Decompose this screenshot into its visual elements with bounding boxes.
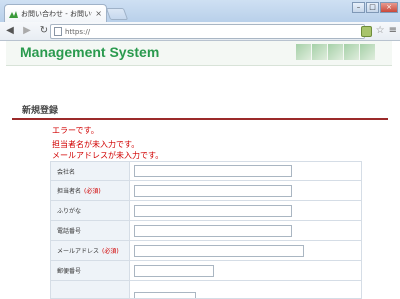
form-row-postal: 郵便番号 — [50, 261, 362, 281]
section-header: 新規登録 — [12, 100, 388, 120]
required-mark: (必須) — [84, 188, 101, 195]
site-favicon-icon — [9, 10, 18, 18]
extension-icon[interactable] — [360, 25, 372, 37]
window-controls: – □ × — [352, 2, 398, 13]
form-row-furigana: ふりがな — [50, 201, 362, 221]
tab-title: お問い合わせ - お問い合わせ — [21, 9, 92, 18]
field-label: ふりがな — [51, 201, 130, 220]
system-title: Management System — [20, 44, 160, 60]
page-document-icon — [54, 27, 62, 36]
form-row-company: 会社名 — [50, 161, 362, 181]
reload-icon[interactable]: ↻ — [37, 24, 51, 38]
form-row-contact: 担当者名 (必須) — [50, 181, 362, 201]
postal-code-input[interactable] — [134, 264, 214, 277]
section-title: 新規登録 — [22, 106, 59, 116]
furigana-input[interactable] — [134, 204, 292, 217]
contact-name-input[interactable] — [134, 184, 292, 197]
form-row-email: メールアドレス (必須) — [50, 241, 362, 261]
form-row-partial — [50, 281, 362, 299]
company-logo — [296, 44, 376, 62]
required-mark: (必須) — [102, 248, 119, 255]
back-icon[interactable]: ◀ — [3, 24, 17, 38]
error-heading: エラーです。 — [52, 126, 99, 135]
new-tab-button[interactable] — [105, 8, 129, 20]
error-message: メールアドレスが未入力です。 — [52, 151, 164, 160]
form-row-phone: 電話番号 — [50, 221, 362, 241]
field-label: 会社名 — [51, 162, 130, 180]
maximize-button[interactable]: □ — [366, 2, 379, 13]
bookmark-star-icon[interactable]: ☆ — [376, 25, 385, 37]
menu-icon[interactable]: ≡ — [389, 25, 397, 37]
browser-tab[interactable]: お問い合わせ - お問い合わせ × — [4, 4, 107, 22]
registration-form: 会社名 担当者名 (必須) ふりがな 電話番号 メールアドレス (必須) 郵便番号 — [50, 161, 362, 299]
error-message: 担当者名が未入力です。 — [52, 140, 140, 149]
address-bar[interactable]: https:// — [50, 24, 365, 39]
field-label: メールアドレス (必須) — [51, 241, 130, 260]
error-messages: エラーです。 担当者名が未入力です。 メールアドレスが未入力です。 — [52, 125, 163, 161]
company-name-input[interactable] — [134, 165, 292, 177]
browser-toolbar: ◀ ▶ ↻ https:// ☆ ≡ — [0, 22, 400, 41]
field-label: 担当者名 (必須) — [51, 181, 130, 200]
partial-input[interactable] — [134, 292, 196, 298]
field-label: 電話番号 — [51, 221, 130, 240]
email-input[interactable] — [134, 244, 304, 257]
field-label: 郵便番号 — [51, 261, 130, 280]
phone-input[interactable] — [134, 224, 292, 237]
forward-icon[interactable]: ▶ — [20, 24, 34, 38]
tab-close-icon[interactable]: × — [95, 9, 102, 18]
url-text: https:// — [65, 27, 91, 36]
close-window-button[interactable]: × — [380, 2, 398, 13]
minimize-button[interactable]: – — [352, 2, 365, 13]
field-label — [51, 281, 130, 298]
browser-tab-bar: お問い合わせ - お問い合わせ × – □ × — [0, 0, 400, 22]
site-header: Management System — [6, 41, 392, 66]
